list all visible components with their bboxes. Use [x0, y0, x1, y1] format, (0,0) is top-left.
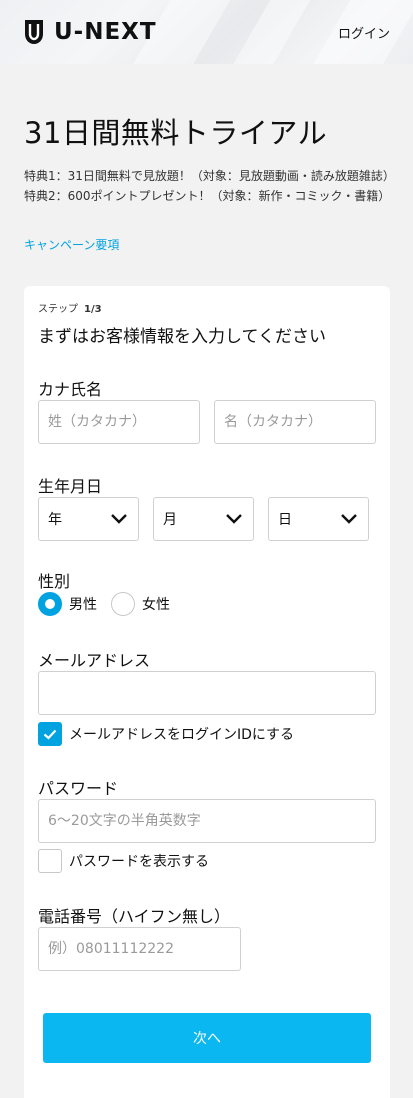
- kana-name-label: カナ氏名: [38, 380, 103, 399]
- site-header: U-NEXT ログイン: [0, 0, 413, 64]
- email-as-login-label: メールアドレスをログインIDにする: [69, 727, 295, 743]
- step-label: ステップ: [38, 304, 78, 315]
- campaign-terms-link[interactable]: キャンペーン要項: [24, 236, 119, 253]
- step-indicator: ステップ 1/3: [38, 300, 102, 315]
- password-input[interactable]: [38, 799, 376, 843]
- gender-label: 性別: [38, 572, 71, 591]
- benefits-list: 特典1：31日間無料で見放題！（対象：見放題動画・読み放題雑誌） 特典2：600…: [24, 166, 395, 206]
- phone-label: 電話番号（ハイフン無し）: [38, 907, 231, 926]
- radio-selected-icon: [38, 592, 62, 616]
- show-password-checkbox[interactable]: パスワードを表示する: [38, 849, 209, 873]
- radio-unselected-icon: [111, 592, 135, 616]
- login-link[interactable]: ログイン: [338, 23, 390, 42]
- next-button[interactable]: 次へ: [43, 1013, 371, 1063]
- gender-radio-group: 男性 女性: [38, 592, 184, 616]
- u-next-logo-icon: [25, 20, 43, 44]
- page-title: 31日間無料トライアル: [24, 116, 328, 150]
- email-as-login-checkbox[interactable]: メールアドレスをログインIDにする: [38, 722, 294, 746]
- birth-month-value: 月: [163, 512, 177, 528]
- password-label: パスワード: [38, 779, 119, 798]
- last-name-kana-input[interactable]: [38, 400, 200, 444]
- chevron-down-icon: [341, 514, 357, 524]
- email-label: メールアドレス: [38, 651, 151, 670]
- header-decoration: [224, 0, 316, 64]
- checkmark-icon: [43, 729, 57, 740]
- email-input[interactable]: [38, 671, 376, 715]
- form-heading: まずはお客様情報を入力してください: [38, 327, 326, 347]
- gender-option-male[interactable]: 男性: [38, 592, 97, 616]
- show-password-label: パスワードを表示する: [69, 854, 209, 870]
- birth-day-value: 日: [278, 512, 292, 528]
- birth-year-value: 年: [48, 512, 62, 528]
- benefit-item: 特典1：31日間無料で見放題！（対象：見放題動画・読み放題雑誌）: [24, 169, 395, 183]
- registration-form-card: ステップ1/3 まずはお客様情報を入力してください カナ氏名 生年月日 年 月 …: [24, 286, 390, 1098]
- phone-input[interactable]: [38, 927, 241, 971]
- gender-option-label: 男性: [69, 597, 97, 613]
- birth-year-select[interactable]: 年: [38, 497, 139, 541]
- first-name-kana-input[interactable]: [214, 400, 376, 444]
- gender-option-label: 女性: [142, 597, 170, 613]
- step-value: 1/3: [84, 304, 102, 315]
- chevron-down-icon: [111, 514, 127, 524]
- birth-day-select[interactable]: 日: [268, 497, 369, 541]
- checkbox-checked-icon: [38, 722, 62, 746]
- gender-option-female[interactable]: 女性: [111, 592, 170, 616]
- checkbox-unchecked-icon: [38, 849, 62, 873]
- benefit-item: 特典2：600ポイントプレゼント！（対象：新作・コミック・書籍）: [24, 189, 391, 203]
- chevron-down-icon: [226, 514, 242, 524]
- brand-logo[interactable]: U-NEXT: [24, 18, 157, 46]
- birthdate-label: 生年月日: [38, 477, 103, 496]
- brand-name: U-NEXT: [54, 19, 157, 45]
- birth-month-select[interactable]: 月: [153, 497, 254, 541]
